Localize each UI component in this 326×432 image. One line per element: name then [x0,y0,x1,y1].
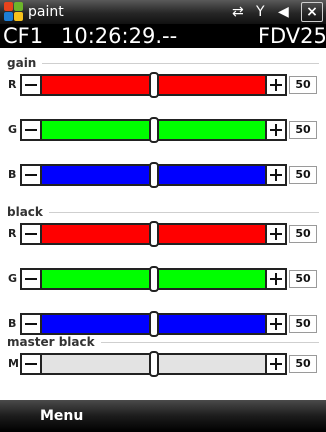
decrease-button[interactable] [20,268,42,290]
section-header: master black [0,335,326,349]
channel-label: B [8,168,17,181]
timecode: 10:26:29.-- [61,24,178,48]
slider-row: B 50 [0,162,326,188]
slider-fill [42,166,154,184]
section-header: gain [0,56,326,70]
slider-fill [42,355,154,373]
menu-bar: Menu [0,400,326,432]
minus-icon [25,233,37,235]
minus-icon [25,278,37,280]
value-box[interactable]: 50 [289,355,317,373]
channel-label: R [8,227,17,240]
slider-fill [42,225,154,243]
app-title: paint [28,4,64,20]
minus-icon [25,363,37,365]
flag-label: F [258,24,271,48]
value-box[interactable]: 50 [289,166,317,184]
slider-thumb[interactable] [149,162,159,188]
slider-thumb[interactable] [149,311,159,337]
network-icon[interactable]: ⇄ [232,2,244,22]
section-title: black [7,205,49,219]
plus-icon-vertical [275,318,277,330]
channel-label: G [8,272,18,285]
minus-icon [25,129,37,131]
signal-icon[interactable]: Y [256,2,265,22]
plus-icon-vertical [275,169,277,181]
section-title: gain [7,56,43,70]
value-box[interactable]: 50 [289,315,317,333]
slider-thumb[interactable] [149,351,159,377]
increase-button[interactable] [265,74,287,96]
close-button[interactable]: × [301,2,323,22]
slider-thumb[interactable] [149,221,159,247]
slider-rest [154,166,265,184]
value-box[interactable]: 50 [289,270,317,288]
slider-rest [154,355,265,373]
decrease-button[interactable] [20,74,42,96]
increase-button[interactable] [265,268,287,290]
plus-icon-vertical [275,79,277,91]
value-box[interactable]: 50 [289,76,317,94]
plus-icon-vertical [275,124,277,136]
minus-icon [25,84,37,86]
slider-thumb[interactable] [149,266,159,292]
slider-thumb[interactable] [149,117,159,143]
slider-rest [154,121,265,139]
slider-fill [42,121,154,139]
slider-rest [154,315,265,333]
decrease-button[interactable] [20,119,42,141]
device-label: DV25 [270,24,326,48]
section-title: master black [7,335,101,349]
increase-button[interactable] [265,223,287,245]
slider-row: G 50 [0,117,326,143]
slider-rest [154,76,265,94]
slider-fill [42,76,154,94]
decrease-button[interactable] [20,223,42,245]
volume-icon[interactable]: ◀ [278,2,289,22]
value-box[interactable]: 50 [289,121,317,139]
slider-rest [154,270,265,288]
card-label: CF1 [3,24,44,48]
section-header: black [0,205,326,219]
channel-label: B [8,317,17,330]
menu-softkey[interactable]: Menu [40,407,83,425]
increase-button[interactable] [265,164,287,186]
slider-row: G 50 [0,266,326,292]
decrease-button[interactable] [20,353,42,375]
slider-fill [42,315,154,333]
increase-button[interactable] [265,353,287,375]
plus-icon-vertical [275,228,277,240]
increase-button[interactable] [265,119,287,141]
title-bar: paint ⇄ Y ◀ × [0,0,326,24]
windows-logo-icon[interactable] [4,2,24,22]
slider-row: B 50 [0,311,326,337]
slider-thumb[interactable] [149,72,159,98]
section-divider [7,212,319,213]
plus-icon-vertical [275,273,277,285]
slider-row: R 50 [0,72,326,98]
channel-label: G [8,123,18,136]
slider-fill [42,270,154,288]
slider-row: M 50 [0,351,326,377]
plus-icon-vertical [275,358,277,370]
section-divider [7,63,319,64]
channel-label: M [8,357,19,370]
increase-button[interactable] [265,313,287,335]
slider-rest [154,225,265,243]
decrease-button[interactable] [20,164,42,186]
slider-row: R 50 [0,221,326,247]
minus-icon [25,174,37,176]
minus-icon [25,323,37,325]
decrease-button[interactable] [20,313,42,335]
value-box[interactable]: 50 [289,225,317,243]
status-strip: CF1 10:26:29.-- F DV25 [0,24,326,48]
channel-label: R [8,78,17,91]
